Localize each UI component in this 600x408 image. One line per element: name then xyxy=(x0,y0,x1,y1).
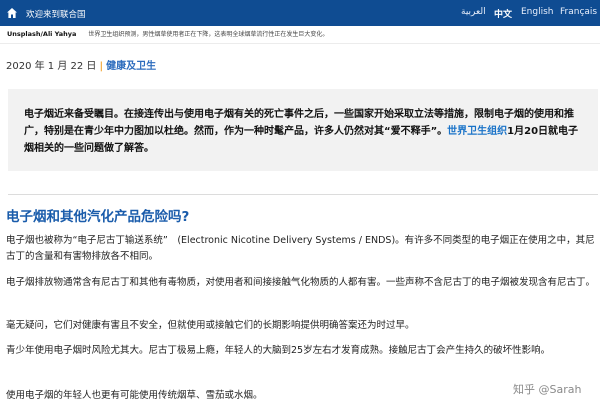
dateline-separator: | xyxy=(99,61,104,72)
who-link[interactable]: 世界卫生组织 xyxy=(447,126,507,137)
language-french[interactable]: Français xyxy=(560,7,597,17)
caption-text: 世界卫生组织预测，男性烟草使用者正在下降，这表明全球烟草流行性正在发生巨大变化。 xyxy=(88,31,329,38)
welcome-link[interactable]: 欢迎来到联合国 xyxy=(26,8,86,20)
watermark: 知乎 @Sarah xyxy=(513,383,582,396)
language-arabic[interactable]: العربية xyxy=(461,7,486,17)
article-intro-box: 电子烟近来备受瞩目。在接连传出与使用电子烟有关的死亡事件之后，一些国家开始采取立… xyxy=(8,89,598,171)
caption-divider xyxy=(0,43,600,44)
article-date: 2020 年 1 月 22 日 xyxy=(6,61,97,72)
paragraph-youth: 青少年使用电子烟时风险尤其大。尼古丁极易上瘾，年轻人的大脑到25岁左右才发育成熟… xyxy=(6,345,551,356)
paragraph-health: 毫无疑问，它们对健康有害且不安全，但就使用或接触它们的长期影响提供明确答案还为时… xyxy=(6,320,415,331)
section-divider xyxy=(8,194,598,195)
image-caption: Unsplash/Ali Yahya 世界卫生组织预测，男性烟草使用者正在下降，… xyxy=(7,29,597,43)
language-english[interactable]: English xyxy=(521,7,554,17)
section-heading: 电子烟和其他汽化产品危险吗? xyxy=(6,209,190,225)
home-icon[interactable] xyxy=(6,7,18,19)
photo-credit: Unsplash/Ali Yahya xyxy=(7,30,77,38)
paragraph-emissions: 电子烟排放物通常含有尼古丁和其他有毒物质，对使用者和间接接触气化物质的人都有害。… xyxy=(6,277,596,288)
paragraph-ends: 电子烟也被称为“电子尼古丁输送系统” (Electronic Nicotine … xyxy=(6,235,595,262)
category-link[interactable]: 健康及卫生 xyxy=(106,61,156,72)
top-navigation-bar: 欢迎来到联合国 العربية 中文 English Français xyxy=(0,0,600,26)
paragraph-tobacco: 使用电子烟的年轻人也更有可能使用传统烟草、雪茄或水烟。 xyxy=(6,390,263,401)
language-chinese[interactable]: 中文 xyxy=(494,7,512,20)
article-dateline: 2020 年 1 月 22 日 | 健康及卫生 xyxy=(6,57,156,72)
